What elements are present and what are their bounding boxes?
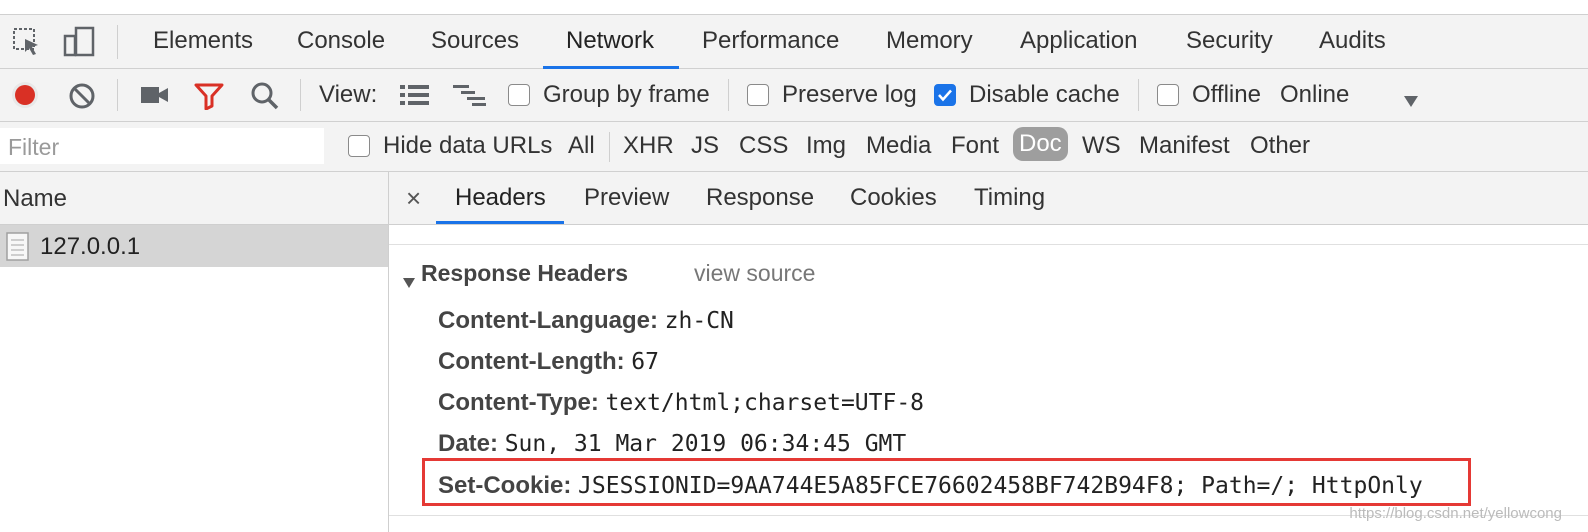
filter-icon[interactable] [194, 82, 224, 111]
header-row: Content-Language: zh-CN [438, 307, 734, 335]
header-key: Content-Type: [438, 389, 599, 416]
hide-data-urls-checkbox[interactable] [348, 135, 370, 157]
response-headers-title[interactable]: Response Headers [421, 260, 628, 287]
tab-cookies[interactable]: Cookies [850, 184, 937, 212]
disable-cache-checkbox[interactable] [934, 84, 956, 106]
close-icon[interactable]: × [406, 183, 421, 214]
detail-tab-bar: × Headers Preview Response Cookies Timin… [389, 172, 1588, 225]
header-row-set-cookie: Set-Cookie: JSESSIONID=9AA744E5A85FCE766… [438, 472, 1423, 500]
active-detail-tab-indicator [436, 221, 564, 224]
record-icon[interactable] [11, 81, 39, 109]
offline-label[interactable]: Offline [1192, 81, 1261, 109]
filter-type-ws[interactable]: WS [1082, 130, 1121, 162]
group-by-frame-checkbox[interactable] [508, 84, 530, 106]
request-list: Name 127.0.0.1 [0, 172, 389, 532]
header-value: Sun, 31 Mar 2019 06:34:45 GMT [504, 431, 907, 457]
tab-performance[interactable]: Performance [702, 27, 839, 55]
header-value: 67 [631, 349, 659, 375]
large-rows-icon[interactable] [399, 83, 431, 107]
header-row: Date: Sun, 31 Mar 2019 06:34:45 GMT [438, 430, 906, 458]
filter-type-xhr[interactable]: XHR [623, 130, 674, 162]
tab-response[interactable]: Response [706, 184, 814, 212]
view-label: View: [319, 81, 378, 108]
filter-bar: Filter Hide data URLs All XHR JS CSS Img… [0, 122, 1588, 172]
hide-data-urls-label[interactable]: Hide data URLs [383, 132, 552, 160]
watermark: https://blog.csdn.net/yellowcong [1349, 505, 1562, 522]
filter-input[interactable]: Filter [0, 128, 324, 164]
tab-console[interactable]: Console [297, 27, 385, 55]
triangle-down-icon[interactable] [402, 268, 416, 288]
filter-type-img[interactable]: Img [806, 130, 846, 162]
request-name: 127.0.0.1 [40, 233, 141, 260]
name-column-header[interactable]: Name [0, 172, 388, 225]
filter-type-media[interactable]: Media [866, 130, 931, 162]
header-key: Content-Language: [438, 307, 658, 334]
request-row[interactable]: 127.0.0.1 [0, 225, 388, 267]
inspect-element-icon[interactable] [12, 27, 42, 57]
header-value: text/html;charset=UTF-8 [605, 390, 925, 416]
tab-network[interactable]: Network [566, 27, 654, 55]
header-value: JSESSIONID=9AA744E5A85FCE76602458BF742B9… [578, 473, 1423, 499]
screenshots-icon[interactable] [140, 83, 170, 107]
tab-preview[interactable]: Preview [584, 184, 669, 212]
header-row: Content-Length: 67 [438, 348, 659, 376]
preserve-log-label[interactable]: Preserve log [782, 81, 917, 109]
filter-type-doc[interactable]: Doc [1013, 127, 1068, 161]
header-key: Set-Cookie: [438, 472, 572, 499]
network-toolbar: View: Group by frame Preserve log Disabl… [0, 69, 1588, 122]
name-column-label: Name [3, 185, 68, 212]
filter-type-other[interactable]: Other [1250, 130, 1310, 162]
disable-cache-label[interactable]: Disable cache [969, 81, 1120, 109]
clear-icon[interactable] [68, 82, 96, 110]
tab-audits[interactable]: Audits [1319, 27, 1386, 55]
filter-type-font[interactable]: Font [951, 130, 999, 162]
group-by-frame-label[interactable]: Group by frame [543, 81, 710, 109]
tab-elements[interactable]: Elements [153, 27, 253, 55]
filter-placeholder: Filter [8, 134, 60, 160]
header-row: Content-Type: text/html;charset=UTF-8 [438, 389, 924, 417]
device-toolbar-icon[interactable] [62, 25, 96, 59]
chevron-down-icon[interactable] [1403, 87, 1419, 107]
request-detail-pane: × Headers Preview Response Cookies Timin… [389, 172, 1588, 532]
tab-headers[interactable]: Headers [455, 184, 546, 212]
checkmark-icon [938, 89, 952, 102]
header-value: zh-CN [664, 308, 734, 334]
search-icon[interactable] [250, 81, 280, 111]
offline-checkbox[interactable] [1157, 84, 1179, 106]
tab-memory[interactable]: Memory [886, 27, 973, 55]
document-icon [6, 232, 30, 262]
waterfall-icon[interactable] [452, 83, 488, 109]
throttling-select[interactable]: Online [1280, 81, 1349, 109]
preserve-log-checkbox[interactable] [747, 84, 769, 106]
header-key: Content-Length: [438, 348, 625, 375]
filter-type-all[interactable]: All [568, 130, 595, 162]
tab-application[interactable]: Application [1020, 27, 1137, 55]
filter-type-css[interactable]: CSS [739, 130, 788, 162]
section-divider [389, 244, 1588, 245]
filter-type-manifest[interactable]: Manifest [1139, 130, 1230, 162]
view-source-link[interactable]: view source [694, 260, 815, 287]
filter-type-js[interactable]: JS [691, 130, 719, 162]
tab-timing[interactable]: Timing [974, 184, 1045, 212]
devtools-tab-bar: Elements Console Sources Network Perform… [0, 14, 1588, 69]
tab-sources[interactable]: Sources [431, 27, 519, 55]
tab-security[interactable]: Security [1186, 27, 1273, 55]
header-key: Date: [438, 430, 499, 457]
